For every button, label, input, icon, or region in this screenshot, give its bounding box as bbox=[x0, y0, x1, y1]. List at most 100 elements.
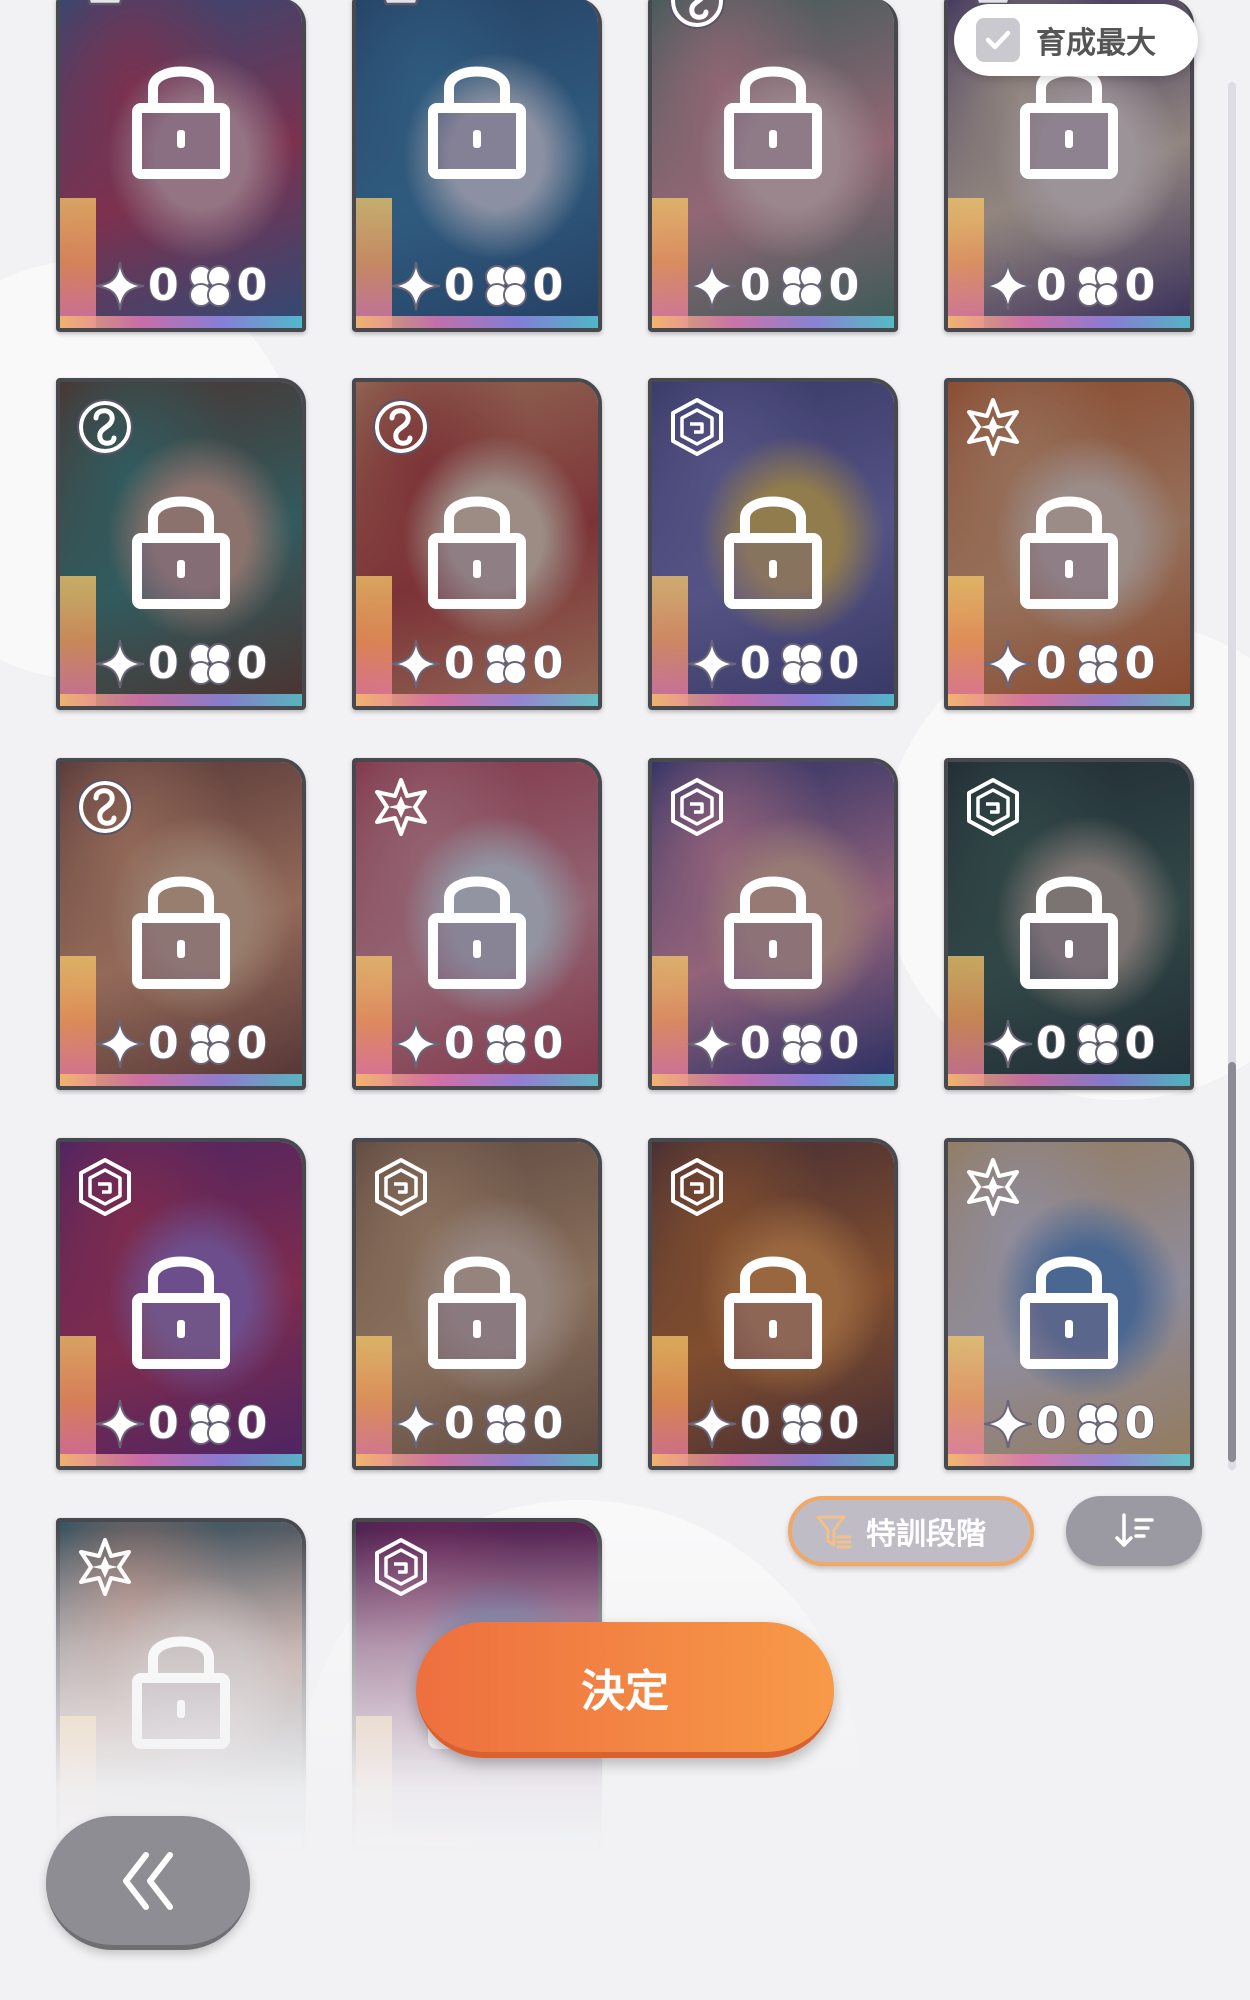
star-icon bbox=[390, 638, 442, 690]
card-stats: 00 bbox=[94, 1016, 296, 1072]
card-item[interactable]: 00 bbox=[56, 758, 306, 1090]
star-icon bbox=[982, 638, 1034, 690]
lock-icon bbox=[427, 482, 527, 610]
lock-icon bbox=[723, 862, 823, 990]
star-count: 0 bbox=[739, 638, 772, 689]
max-training-toggle[interactable]: 育成最大 bbox=[954, 4, 1198, 76]
star-icon bbox=[982, 1398, 1034, 1450]
star-count: 0 bbox=[147, 260, 180, 311]
rarity-frame bbox=[652, 576, 688, 706]
rarity-frame-bottom bbox=[948, 1074, 1190, 1086]
card-stats: 00 bbox=[390, 1396, 592, 1452]
clover-icon bbox=[185, 1019, 235, 1069]
card-item[interactable]: 00 bbox=[56, 0, 306, 332]
star-icon bbox=[982, 1018, 1034, 1070]
lock-icon bbox=[131, 482, 231, 610]
cool-icon bbox=[666, 1156, 728, 1218]
clover-count: 0 bbox=[1124, 1398, 1157, 1449]
pure-icon bbox=[74, 0, 136, 32]
card-stats: 00 bbox=[390, 1016, 592, 1072]
card-item[interactable]: 00 bbox=[56, 378, 306, 710]
cute-icon bbox=[74, 776, 136, 838]
rarity-frame bbox=[356, 576, 392, 706]
clover-icon bbox=[777, 639, 827, 689]
star-count: 0 bbox=[443, 1018, 476, 1069]
card-item[interactable]: 00 bbox=[944, 1138, 1194, 1470]
double-chevron-left-icon bbox=[123, 1851, 173, 1910]
card-stats: 00 bbox=[390, 258, 592, 314]
clover-count: 0 bbox=[532, 1018, 565, 1069]
card-item[interactable]: 00 bbox=[352, 758, 602, 1090]
rarity-frame bbox=[948, 576, 984, 706]
scrollbar-thumb[interactable] bbox=[1228, 1062, 1236, 1462]
card-item[interactable]: 00 bbox=[352, 378, 602, 710]
max-training-label: 育成最大 bbox=[1036, 26, 1156, 61]
decide-button[interactable]: 決定 bbox=[416, 1622, 834, 1758]
sort-icon bbox=[1115, 1513, 1154, 1547]
star-count: 0 bbox=[1035, 638, 1068, 689]
card-item[interactable]: 00 bbox=[648, 0, 898, 332]
sort-order-button[interactable] bbox=[1066, 1496, 1202, 1566]
clover-icon bbox=[185, 1399, 235, 1449]
clover-count: 0 bbox=[1124, 638, 1157, 689]
scrollbar[interactable] bbox=[1228, 82, 1236, 1470]
star-count: 0 bbox=[147, 1018, 180, 1069]
clover-count: 0 bbox=[828, 638, 861, 689]
lock-icon bbox=[131, 862, 231, 990]
card-stats: 00 bbox=[94, 636, 296, 692]
star-icon bbox=[390, 1398, 442, 1450]
star-icon bbox=[94, 260, 146, 312]
clover-icon bbox=[185, 261, 235, 311]
lock-icon bbox=[1019, 482, 1119, 610]
clover-icon bbox=[777, 261, 827, 311]
star-icon bbox=[982, 260, 1034, 312]
card-item[interactable]: 00 bbox=[648, 758, 898, 1090]
star-count: 0 bbox=[443, 260, 476, 311]
rarity-frame-bottom bbox=[652, 694, 894, 706]
card-item[interactable]: 00 bbox=[352, 0, 602, 332]
clover-icon bbox=[481, 1399, 531, 1449]
pure-icon bbox=[370, 0, 432, 32]
rarity-frame-bottom bbox=[652, 1454, 894, 1466]
rarity-frame-bottom bbox=[60, 694, 302, 706]
card-stats: 00 bbox=[686, 636, 888, 692]
rarity-frame bbox=[60, 576, 96, 706]
clover-count: 0 bbox=[828, 260, 861, 311]
rarity-frame-bottom bbox=[948, 316, 1190, 328]
cute-icon bbox=[370, 396, 432, 458]
happy-icon bbox=[962, 1156, 1024, 1218]
card-item[interactable]: 00 bbox=[352, 1138, 602, 1470]
rarity-frame bbox=[356, 198, 392, 328]
card-item[interactable]: 00 bbox=[56, 1138, 306, 1470]
rarity-frame bbox=[60, 1336, 96, 1466]
rarity-frame bbox=[652, 956, 688, 1086]
card-stats: 00 bbox=[686, 258, 888, 314]
rarity-frame bbox=[948, 1336, 984, 1466]
cool-icon bbox=[666, 776, 728, 838]
lock-icon bbox=[723, 482, 823, 610]
star-count: 0 bbox=[739, 260, 772, 311]
happy-icon bbox=[962, 396, 1024, 458]
lock-icon bbox=[427, 1242, 527, 1370]
star-icon bbox=[686, 1398, 738, 1450]
star-icon bbox=[94, 1398, 146, 1450]
rarity-frame bbox=[652, 1336, 688, 1466]
card-item[interactable]: 00 bbox=[944, 378, 1194, 710]
card-item[interactable]: 00 bbox=[944, 758, 1194, 1090]
lock-icon bbox=[723, 1242, 823, 1370]
checkbox[interactable] bbox=[976, 18, 1020, 62]
rarity-frame bbox=[948, 956, 984, 1086]
rarity-frame bbox=[652, 198, 688, 328]
filter-button[interactable]: 特訓段階 bbox=[788, 1496, 1034, 1566]
cute-icon bbox=[74, 396, 136, 458]
rarity-frame-bottom bbox=[60, 1454, 302, 1466]
clover-count: 0 bbox=[532, 638, 565, 689]
card-item[interactable]: 00 bbox=[648, 1138, 898, 1470]
card-item[interactable]: 00 bbox=[648, 378, 898, 710]
clover-count: 0 bbox=[236, 1018, 269, 1069]
clover-count: 0 bbox=[1124, 260, 1157, 311]
card-stats: 00 bbox=[94, 258, 296, 314]
card-stats: 00 bbox=[982, 1396, 1184, 1452]
card-stats: 00 bbox=[686, 1016, 888, 1072]
back-button[interactable] bbox=[46, 1816, 250, 1950]
